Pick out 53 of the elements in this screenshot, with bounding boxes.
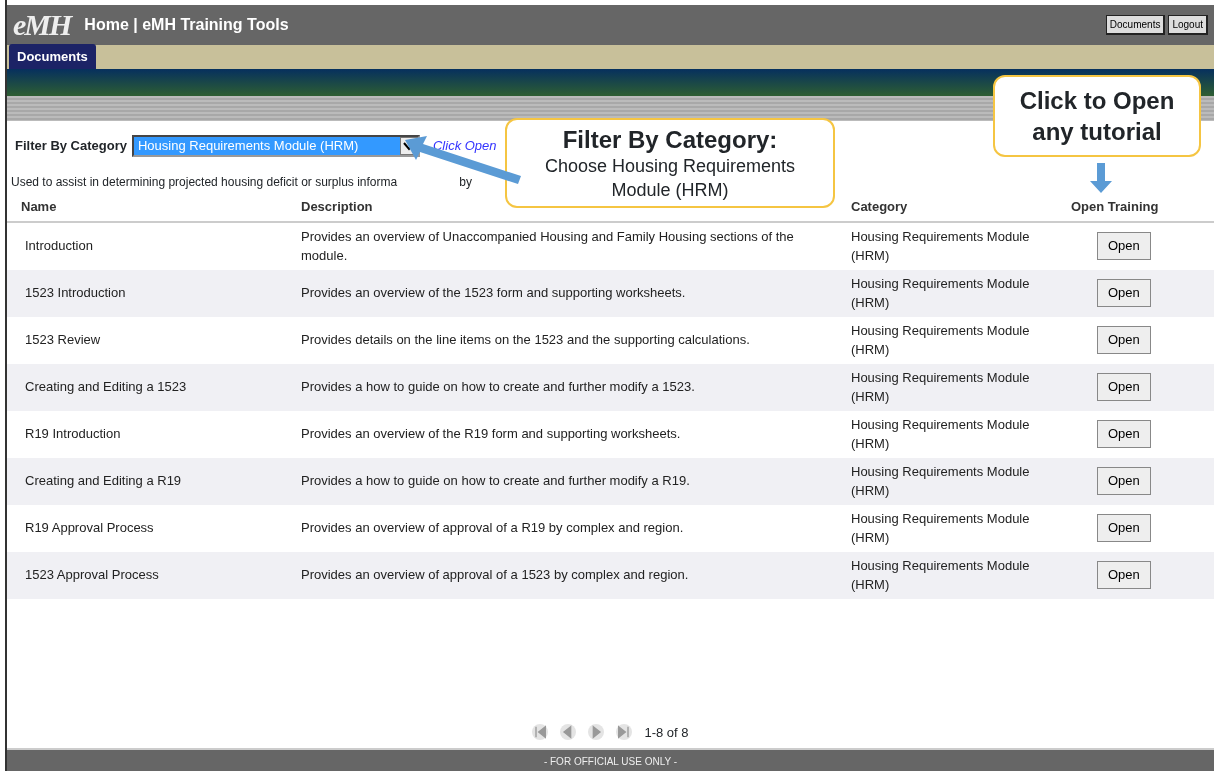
open-button[interactable]: Open bbox=[1097, 467, 1151, 495]
column-header: Open Training bbox=[1067, 193, 1214, 222]
next-page-icon[interactable] bbox=[588, 724, 605, 741]
table-cell: 1523 Introduction bbox=[7, 269, 297, 317]
table-cell: 1523 Review bbox=[7, 316, 297, 364]
header-button[interactable]: Documents bbox=[1105, 15, 1166, 35]
table-cell: Housing Requirements Module (HRM) bbox=[847, 316, 1067, 364]
table-cell: Housing Requirements Module (HRM) bbox=[847, 551, 1067, 599]
table-cell: Housing Requirements Module (HRM) bbox=[847, 410, 1067, 458]
footer-notice: - FOR OFFICIAL USE ONLY - bbox=[7, 748, 1214, 771]
open-button[interactable]: Open bbox=[1097, 561, 1151, 589]
callout-title: Click to Open any tutorial bbox=[1018, 86, 1176, 148]
table-cell: Provides an overview of approval of a 1523 by complex and region. bbox=[297, 551, 847, 599]
table-cell: Housing Requirements Module (HRM) bbox=[847, 221, 1067, 270]
header-button[interactable]: Logout bbox=[1168, 15, 1208, 35]
open-button[interactable]: Open bbox=[1097, 232, 1151, 260]
logo: eMH bbox=[13, 8, 71, 42]
page-title: Home | eMH Training Tools bbox=[84, 15, 289, 35]
table-cell: Creating and Editing a R19 bbox=[7, 457, 297, 505]
open-button[interactable]: Open bbox=[1097, 420, 1151, 448]
open-button[interactable]: Open bbox=[1097, 279, 1151, 307]
table-cell: Provides an overview of the R19 form and supporting worksheets. bbox=[297, 410, 847, 458]
open-button[interactable]: Open bbox=[1097, 373, 1151, 401]
page-range: 1-8 of 8 bbox=[644, 723, 689, 742]
category-description: by bbox=[459, 174, 472, 191]
table-cell: 1523 Approval Process bbox=[7, 551, 297, 599]
last-page-icon[interactable] bbox=[616, 724, 633, 741]
category-description: Used to assist in determining projected housing deficit or surplus informa bbox=[11, 174, 398, 191]
open-button[interactable]: Open bbox=[1097, 326, 1151, 354]
table-cell: Introduction bbox=[7, 221, 297, 270]
table-cell: Provides an overview of approval of a R19 by complex and region. bbox=[297, 504, 847, 552]
column-header: Name bbox=[7, 193, 297, 222]
table-cell: Housing Requirements Module (HRM) bbox=[847, 457, 1067, 505]
table-cell: Provides a how to guide on how to create and further modify a R19. bbox=[297, 457, 847, 505]
table-cell: Provides details on the line items on the 1523 and the supporting calculations. bbox=[297, 316, 847, 364]
first-page-icon[interactable] bbox=[532, 724, 549, 741]
table-cell: Provides an overview of Unaccompanied Housing and Family Housing sections of the module. bbox=[297, 221, 847, 270]
table-cell: Creating and Editing a 1523 bbox=[7, 363, 297, 411]
table-cell: Provides a how to guide on how to create and further modify a 1523. bbox=[297, 363, 847, 411]
table-cell: R19 Approval Process bbox=[7, 504, 297, 552]
column-header: Category bbox=[847, 193, 1067, 222]
table-cell: R19 Introduction bbox=[7, 410, 297, 458]
previous-page-icon[interactable] bbox=[560, 724, 577, 741]
down-arrow bbox=[1090, 163, 1112, 193]
table-cell: Housing Requirements Module (HRM) bbox=[847, 363, 1067, 411]
hint-text: Click Open bbox=[433, 137, 497, 156]
open-button[interactable]: Open bbox=[1097, 514, 1151, 542]
callout-title: Filter By Category: bbox=[561, 125, 779, 155]
tab[interactable]: Documents bbox=[9, 43, 96, 69]
table-cell: Housing Requirements Module (HRM) bbox=[847, 504, 1067, 552]
table-cell: Housing Requirements Module (HRM) bbox=[847, 269, 1067, 317]
table-cell: Provides an overview of the 1523 form and supporting worksheets. bbox=[297, 269, 847, 317]
filter-label: Filter By Category bbox=[15, 137, 127, 156]
